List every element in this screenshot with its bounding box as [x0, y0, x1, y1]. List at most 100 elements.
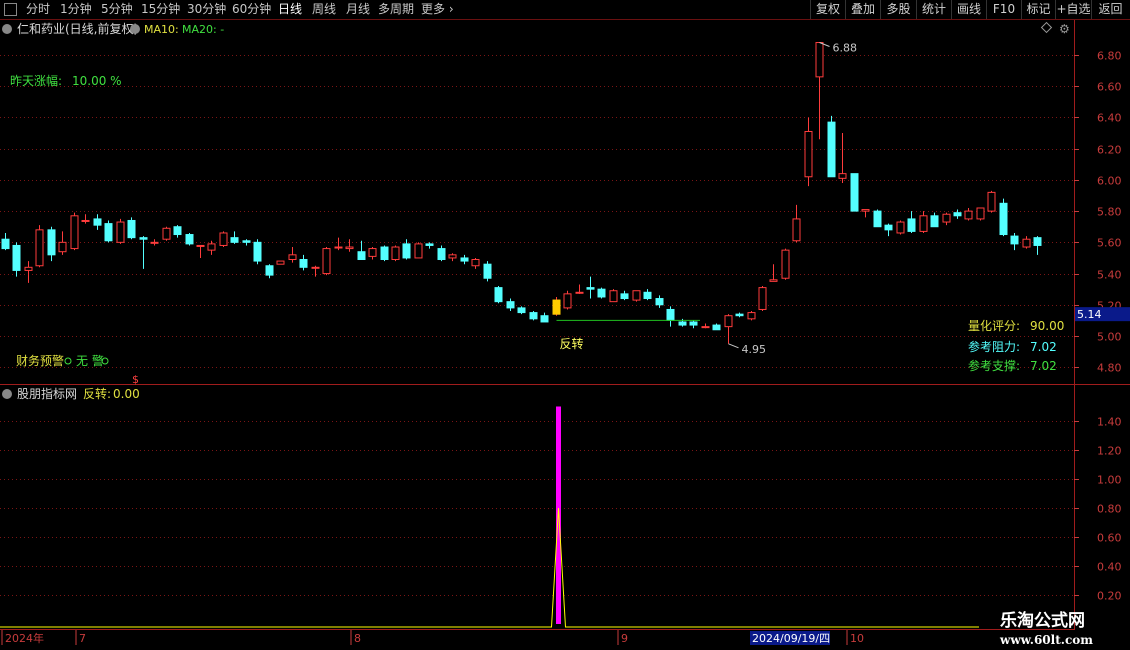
candle-body: [724, 315, 733, 328]
candle-body: [242, 240, 251, 243]
candle-body: [1033, 237, 1042, 246]
candle-body: [666, 308, 675, 321]
toolbar-button-0[interactable]: 复权: [810, 0, 845, 19]
ma10-label: MA10:: [144, 23, 179, 36]
sub-dropdown-icon: [2, 389, 12, 399]
main-y-tick-label: 6.60: [1097, 81, 1122, 94]
score-label: 量化评分:: [968, 319, 1020, 333]
toolbar-button-3[interactable]: 统计: [916, 0, 951, 19]
period-tab-0[interactable]: 分时: [26, 1, 50, 18]
candle-body: [758, 287, 767, 310]
current-price-label: 5.14: [1077, 308, 1102, 321]
candle-body: [678, 321, 687, 326]
sub-y-tick-label: 0.40: [1097, 561, 1122, 574]
toolbar-button-6[interactable]: 标记: [1021, 0, 1055, 19]
main-y-tick-label: 6.00: [1097, 175, 1122, 188]
crosshair-date-label: 2024/09/19/四: [752, 632, 830, 645]
resist-label: 参考阻力:: [968, 339, 1020, 354]
candle-body: [414, 243, 423, 259]
prev-change-value: 10.00 %: [72, 74, 122, 88]
candle-body: [1010, 235, 1019, 245]
main-y-tick-label: 6.80: [1097, 50, 1122, 63]
date-label: 2024年: [5, 631, 44, 645]
candle-body: [207, 243, 216, 251]
period-tab-4[interactable]: 30分钟: [187, 1, 226, 18]
candle-body: [219, 232, 228, 246]
sub-y-tick-label: 1.20: [1097, 445, 1122, 458]
finance-warning-label: 财务预警: [16, 353, 64, 368]
candle-body: [173, 226, 182, 236]
sub-indicator-label: 反转:: [83, 386, 111, 401]
toolbar-button-4[interactable]: 画线: [951, 0, 986, 19]
prev-change-label: 昨天涨幅:: [10, 73, 62, 88]
candle-body: [655, 298, 664, 306]
candle-body: [620, 293, 629, 300]
finance-warning-value: 无 警: [76, 353, 104, 368]
finance-dot-icon: [64, 357, 72, 365]
support-label: 参考支撑:: [968, 358, 1020, 373]
candle-body: [494, 287, 503, 303]
candle-body: [81, 219, 90, 222]
settings-icon: ⚙: [1059, 22, 1070, 36]
period-tab-5[interactable]: 60分钟: [232, 1, 271, 18]
dollar-marker-icon: $: [132, 373, 139, 386]
candle-body: [747, 312, 756, 320]
candle-body: [804, 130, 813, 178]
period-tab-9[interactable]: 多周期: [378, 1, 414, 18]
toolbar-button-8[interactable]: 返回: [1091, 0, 1129, 19]
period-toolbar: 分时 1分钟 5分钟 15分钟 30分钟 60分钟 日线 周线 月线 多周期 更多 › 复权 叠加 多股统…: [0, 0, 1130, 20]
period-tab-8[interactable]: 月线: [346, 1, 370, 18]
candle-body: [70, 215, 79, 250]
main-y-tick-label: 5.80: [1097, 206, 1122, 219]
period-tab-3[interactable]: 15分钟: [141, 1, 180, 18]
candle-body: [425, 243, 434, 246]
candle-body: [792, 218, 801, 242]
toolbar-button-2[interactable]: 多股: [880, 0, 916, 19]
watermark-title: 乐淘公式网: [1000, 610, 1085, 631]
period-tab-7[interactable]: 周线: [312, 1, 336, 18]
main-title: 仁和药业(日线,前复权): [17, 21, 138, 36]
menu-square-icon[interactable]: [4, 3, 17, 16]
candle-body: [976, 207, 985, 220]
toolbar-button-1[interactable]: 叠加: [845, 0, 880, 19]
candle-body: [896, 221, 905, 234]
period-tab-10[interactable]: 更多 ›: [421, 1, 454, 18]
sub-indicator-value: 0.00: [113, 387, 140, 401]
candle-body: [162, 227, 171, 240]
toolbar-button-7[interactable]: +自选: [1055, 0, 1091, 19]
reversal-label: 反转: [559, 336, 583, 351]
candle-body: [517, 307, 526, 314]
candle-body: [483, 263, 492, 279]
toolbar-button-5[interactable]: F10: [986, 0, 1021, 19]
candle-body: [311, 266, 320, 269]
period-tab-1[interactable]: 1分钟: [60, 1, 92, 18]
candle-body: [150, 241, 159, 244]
period-tab-2[interactable]: 5分钟: [101, 1, 133, 18]
candle-body: [58, 241, 67, 253]
candle-body: [861, 209, 870, 212]
candle-body: [127, 219, 136, 239]
low-label: 4.95: [742, 343, 767, 356]
period-tab-6[interactable]: 日线: [278, 1, 302, 18]
candle-body: [942, 213, 951, 223]
candle-body: [24, 266, 33, 271]
candle-body: [827, 121, 836, 178]
candle-body: [334, 246, 343, 249]
candle-body: [35, 229, 44, 267]
candle-body: [597, 288, 606, 298]
candle-body: [437, 248, 446, 261]
sub-y-tick-label: 0.80: [1097, 503, 1122, 516]
candle-body: [506, 301, 515, 309]
high-label: 6.88: [833, 42, 858, 55]
signal-line: [0, 507, 979, 628]
candle-body: [1022, 238, 1031, 248]
sub-y-tick-label: 1.00: [1097, 474, 1122, 487]
candle-body: [907, 218, 916, 232]
candle-body: [632, 290, 641, 301]
main-y-tick-label: 5.60: [1097, 237, 1122, 250]
candle-body: [586, 287, 595, 290]
candle-body: [93, 218, 102, 226]
candle-body: [47, 229, 56, 256]
candle-body: [815, 42, 824, 78]
candle-body: [930, 215, 939, 228]
